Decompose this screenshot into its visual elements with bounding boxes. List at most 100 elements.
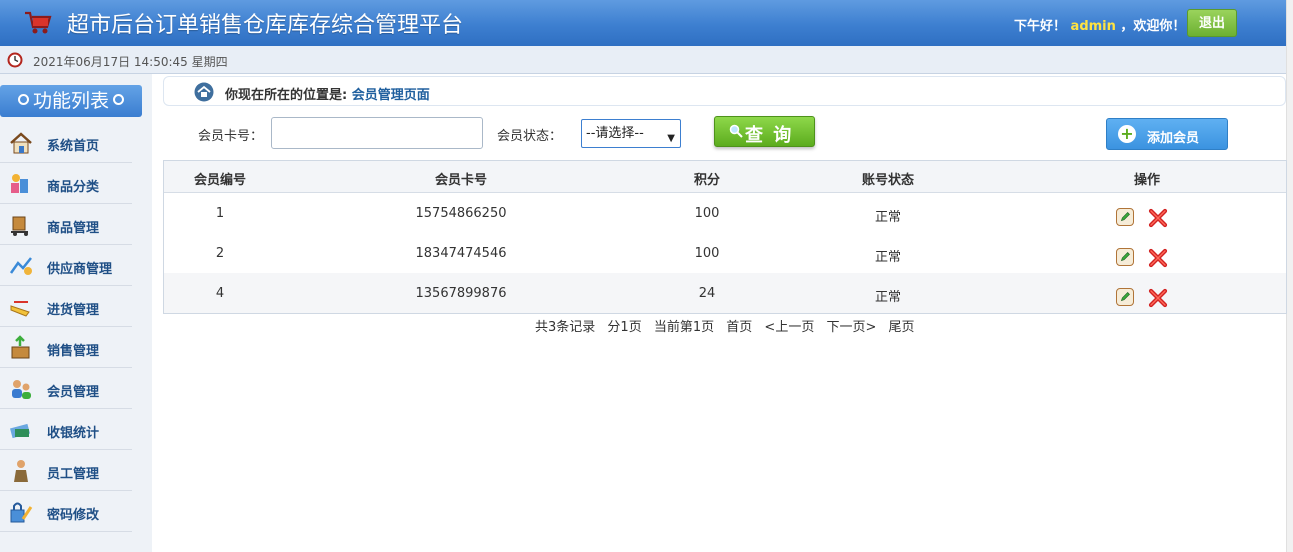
shopping-cart-icon — [25, 11, 52, 34]
member-card: 18347474546 — [415, 246, 507, 261]
column-header: 会员卡号 — [434, 173, 488, 188]
plus-icon: + — [1118, 125, 1136, 143]
sidebar-item-label: 收银统计 — [47, 426, 100, 441]
sidebar: 功能列表 系统首页 商品分类 商品管理 供应商管理 进货管理 销售管理 会员管理… — [0, 74, 152, 552]
sidebar-item-label: 商品管理 — [47, 221, 100, 236]
breadcrumb: 你现在所在的位置是: 会员管理页面 — [163, 76, 1286, 106]
card-number-input[interactable] — [271, 117, 483, 149]
breadcrumb-current[interactable]: 会员管理页面 — [352, 88, 430, 103]
delete-icon[interactable] — [1148, 208, 1168, 228]
pager-next-link[interactable]: 下一页> — [826, 320, 876, 335]
app-title: 超市后台订单销售仓库库存综合管理平台 — [67, 13, 464, 38]
member-card: 15754866250 — [415, 206, 507, 221]
current-datetime: 2021年06月17日 14:50:45 星期四 — [33, 55, 228, 69]
member-status-label: 会员状态： — [497, 129, 563, 144]
cashier-icon — [10, 423, 30, 439]
member-id: 1 — [215, 206, 225, 221]
sidebar-title: 功能列表 — [0, 85, 142, 117]
member-id: 4 — [215, 286, 225, 301]
table-header: 会员编号 会员卡号 积分 账号状态 操作 — [164, 161, 1286, 193]
table-row: 1 15754866250 100 正常 — [164, 193, 1286, 233]
query-button[interactable]: 查 询 — [714, 116, 815, 147]
greeting-prefix: 下午好！ — [1014, 19, 1067, 34]
column-header: 账号状态 — [861, 173, 915, 188]
top-header: 超市后台订单销售仓库库存综合管理平台 下午好！ admin ，欢迎你！ 退出 — [0, 0, 1286, 46]
column-header: 积分 — [693, 173, 721, 188]
member-status: 正常 — [874, 250, 902, 265]
search-icon — [729, 124, 743, 138]
breadcrumb-text: 你现在所在的位置是: 会员管理页面 — [225, 84, 430, 103]
greeting: 下午好！ admin ，欢迎你！ — [1014, 15, 1185, 34]
member-status: 正常 — [874, 210, 902, 225]
sidebar-menu: 系统首页 商品分类 商品管理 供应商管理 进货管理 销售管理 会员管理 收银统计… — [0, 122, 132, 532]
sidebar-title-text: 功能列表 — [32, 90, 109, 112]
query-button-label: 查 询 — [745, 125, 794, 146]
member-id: 2 — [215, 246, 225, 261]
purchase-icon — [10, 301, 30, 317]
status-selected-value: --请选择-- — [586, 126, 644, 141]
delete-icon[interactable] — [1148, 288, 1168, 308]
chevron-down-icon: ▼ — [667, 133, 675, 144]
sidebar-item-password[interactable]: 密码修改 — [0, 491, 132, 532]
edit-icon[interactable] — [1116, 288, 1134, 306]
table-row: 4 13567899876 24 正常 — [164, 273, 1286, 313]
member-status-select[interactable]: --请选择-- ▼ — [581, 119, 681, 148]
edit-icon[interactable] — [1116, 248, 1134, 266]
sidebar-item-purchase[interactable]: 进货管理 — [0, 286, 132, 327]
home-icon — [194, 82, 214, 102]
password-icon — [10, 502, 33, 523]
date-bar: 2021年06月17日 14:50:45 星期四 — [0, 46, 1286, 74]
sidebar-item-supplier[interactable]: 供应商管理 — [0, 245, 132, 286]
sales-box-icon — [11, 335, 30, 359]
add-member-button[interactable]: + 添加会员 — [1106, 118, 1228, 150]
edit-icon[interactable] — [1116, 208, 1134, 226]
sidebar-item-label: 进货管理 — [47, 303, 100, 318]
sidebar-item-label: 系统首页 — [47, 139, 100, 154]
sidebar-item-category[interactable]: 商品分类 — [0, 163, 132, 204]
members-icon — [12, 380, 31, 399]
bullet-icon — [113, 94, 124, 105]
sidebar-item-label: 员工管理 — [47, 467, 100, 482]
breadcrumb-prefix: 你现在所在的位置是: — [225, 88, 348, 103]
goods-cart-icon — [11, 216, 28, 236]
sidebar-item-label: 密码修改 — [47, 508, 100, 523]
sidebar-item-home[interactable]: 系统首页 — [0, 122, 132, 163]
username: admin — [1070, 19, 1116, 34]
supplier-icon — [9, 257, 32, 275]
sidebar-item-members[interactable]: 会员管理 — [0, 368, 132, 409]
greeting-suffix: ，欢迎你！ — [1120, 19, 1186, 34]
sidebar-item-label: 会员管理 — [47, 385, 100, 400]
add-member-label: 添加会员 — [1147, 131, 1200, 146]
clock-icon — [7, 52, 23, 68]
logout-button[interactable]: 退出 — [1187, 9, 1237, 37]
column-header: 会员编号 — [193, 173, 247, 188]
home-house-icon — [10, 132, 32, 154]
member-status: 正常 — [874, 290, 902, 305]
member-card: 13567899876 — [415, 286, 507, 301]
employee-icon — [14, 460, 28, 482]
category-icon — [11, 174, 28, 193]
sidebar-item-sales[interactable]: 销售管理 — [0, 327, 132, 368]
member-points: 100 — [694, 206, 720, 221]
pager-pages: 分1页 — [607, 320, 642, 335]
pager-last-link[interactable]: 尾页 — [889, 320, 915, 335]
members-table: 会员编号 会员卡号 积分 账号状态 操作 1 15754866250 100 正… — [163, 160, 1287, 314]
sidebar-item-label: 商品分类 — [47, 180, 100, 195]
member-points: 100 — [694, 246, 720, 261]
bullet-icon — [17, 94, 29, 105]
delete-icon[interactable] — [1148, 248, 1168, 268]
sidebar-item-label: 供应商管理 — [47, 262, 113, 277]
sidebar-item-cashier[interactable]: 收银统计 — [0, 409, 132, 450]
pager-total: 共3条记录 — [535, 320, 596, 335]
pager-prev-link[interactable]: <上一页 — [764, 320, 814, 335]
sidebar-item-label: 销售管理 — [47, 344, 100, 359]
column-header: 操作 — [1133, 173, 1161, 188]
table-row: 2 18347474546 100 正常 — [164, 233, 1286, 273]
card-number-label: 会员卡号： — [198, 129, 264, 144]
pager-first-link[interactable]: 首页 — [726, 320, 752, 335]
member-points: 24 — [698, 286, 716, 301]
page-scrollbar[interactable] — [1286, 0, 1293, 552]
pager-current: 当前第1页 — [653, 320, 715, 335]
sidebar-item-employee[interactable]: 员工管理 — [0, 450, 132, 491]
sidebar-item-goods[interactable]: 商品管理 — [0, 204, 132, 245]
